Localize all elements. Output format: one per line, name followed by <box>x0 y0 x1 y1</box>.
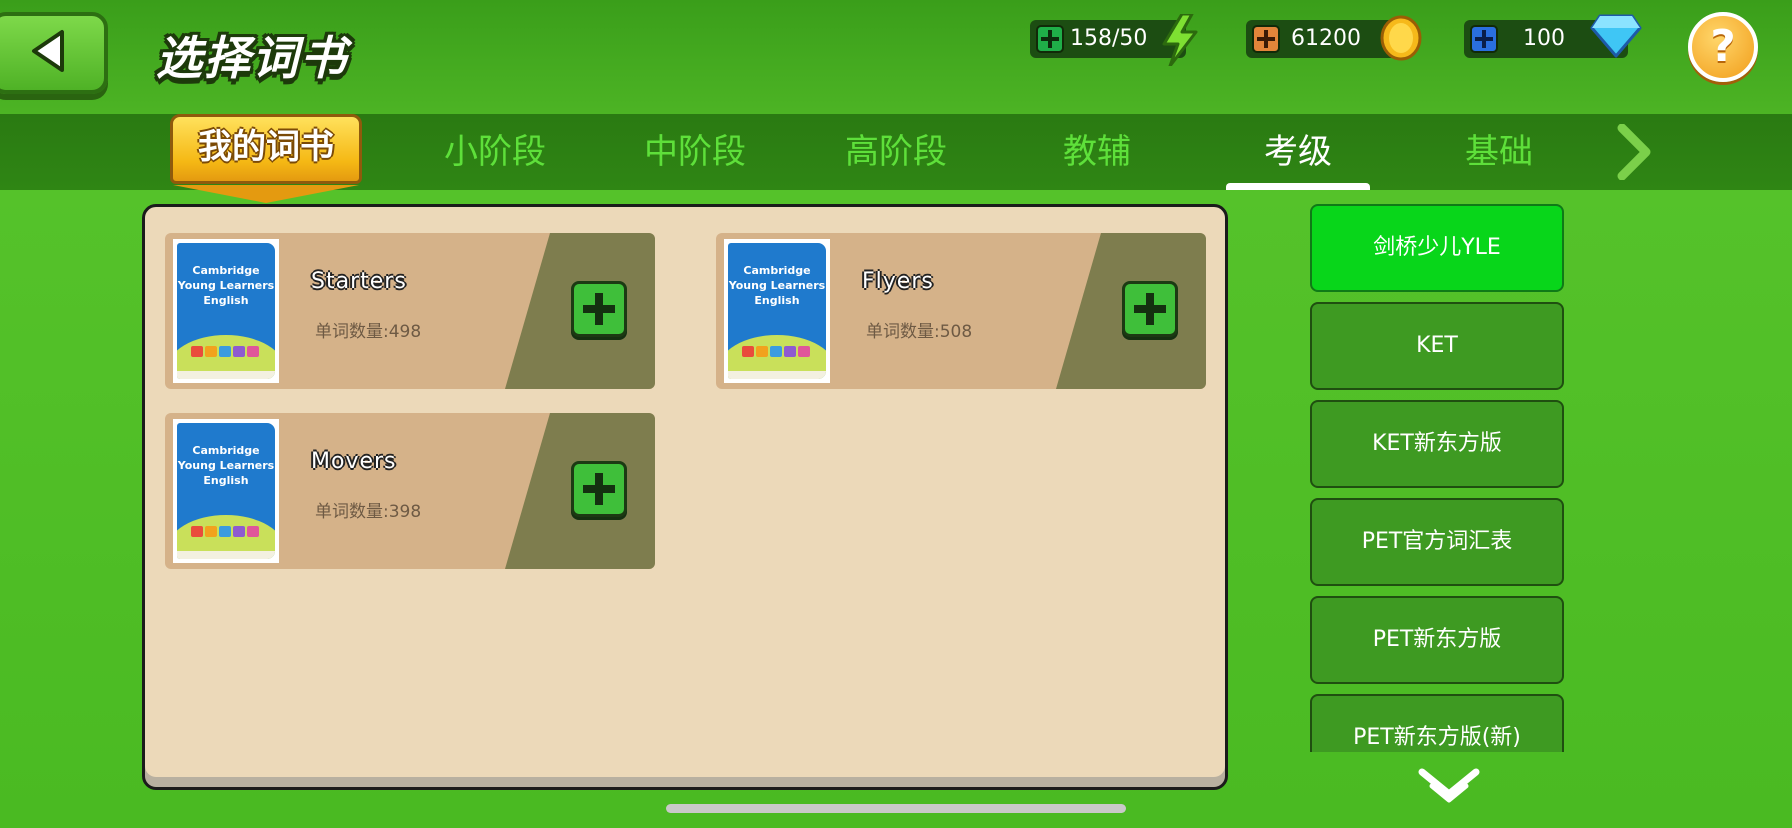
category-pet-new-oriental-new[interactable]: PET新东方版(新) <box>1310 694 1564 752</box>
chevron-down-icon[interactable] <box>1416 766 1482 806</box>
add-gems-button[interactable] <box>1470 25 1498 53</box>
cover-line: Young Learners <box>177 459 275 472</box>
plus-icon <box>1257 30 1275 48</box>
book-cover: Cambridge Young Learners English <box>173 419 279 563</box>
cover-line: Young Learners <box>177 279 275 292</box>
home-indicator[interactable] <box>666 804 1126 813</box>
help-button[interactable]: ? <box>1688 12 1758 82</box>
page-title: 选择词书 <box>156 31 348 85</box>
back-arrow-icon <box>32 30 64 72</box>
plus-icon <box>583 293 615 325</box>
cover-line: English <box>203 474 249 487</box>
book-card-movers[interactable]: Cambridge Young Learners English Movers … <box>165 413 655 569</box>
book-word-count: 单词数量:498 <box>315 322 422 342</box>
book-cover: Cambridge Young Learners English <box>724 239 830 383</box>
plus-icon <box>583 473 615 505</box>
plus-icon <box>1134 293 1166 325</box>
coins-value: 61200 <box>1291 26 1361 51</box>
category-ket[interactable]: KET <box>1310 302 1564 390</box>
plus-icon <box>1475 30 1493 48</box>
cover-line: English <box>754 294 800 307</box>
lightning-icon <box>1162 14 1198 66</box>
add-book-button[interactable] <box>571 281 627 337</box>
tab-exams[interactable]: 考级 <box>1218 114 1378 190</box>
cover-line: Cambridge <box>192 264 260 277</box>
book-word-count: 单词数量:508 <box>866 322 973 342</box>
plus-icon <box>1041 30 1059 48</box>
category-list[interactable]: 剑桥少儿YLE KET KET新东方版 PET官方词汇表 PET新东方版 PET… <box>1310 204 1564 752</box>
diamond-icon <box>1590 14 1642 58</box>
book-card-flyers[interactable]: Cambridge Young Learners English Flyers … <box>716 233 1206 389</box>
book-card-starters[interactable]: Cambridge Young Learners English Starter… <box>165 233 655 389</box>
book-list-panel: Cambridge Young Learners English Starter… <box>142 204 1228 790</box>
cover-line: Young Learners <box>728 279 826 292</box>
category-pet-official[interactable]: PET官方词汇表 <box>1310 498 1564 586</box>
coin-icon <box>1380 15 1422 61</box>
book-cover: Cambridge Young Learners English <box>173 239 279 383</box>
add-book-button[interactable] <box>1122 281 1178 337</box>
energy-value: 158/50 <box>1070 26 1148 51</box>
gems-counter: 100 <box>1464 14 1642 58</box>
back-button[interactable] <box>0 12 108 94</box>
tab-basics[interactable]: 基础 <box>1419 114 1579 190</box>
tab-intermediate[interactable]: 中阶段 <box>615 114 775 190</box>
category-cambridge-yle[interactable]: 剑桥少儿YLE <box>1310 204 1564 292</box>
book-name: Flyers <box>862 269 934 294</box>
add-coins-button[interactable] <box>1252 25 1280 53</box>
tab-advanced[interactable]: 高阶段 <box>816 114 976 190</box>
tab-my-books[interactable]: 我的词书 <box>170 114 362 184</box>
add-book-button[interactable] <box>571 461 627 517</box>
tab-teaching-aids[interactable]: 教辅 <box>1017 114 1177 190</box>
cover-line: Cambridge <box>743 264 811 277</box>
gems-value: 100 <box>1523 26 1565 51</box>
book-name: Movers <box>311 449 397 474</box>
book-name: Starters <box>311 269 407 294</box>
add-energy-button[interactable] <box>1036 25 1064 53</box>
category-pet-new-oriental[interactable]: PET新东方版 <box>1310 596 1564 684</box>
cover-line: Cambridge <box>192 444 260 457</box>
cover-line: English <box>203 294 249 307</box>
chevron-right-icon[interactable] <box>1616 124 1652 180</box>
book-word-count: 单词数量:398 <box>315 502 422 522</box>
tab-beginner[interactable]: 小阶段 <box>415 114 575 190</box>
energy-counter: 158/50 <box>1030 14 1198 66</box>
category-ket-new-oriental[interactable]: KET新东方版 <box>1310 400 1564 488</box>
coins-counter: 61200 <box>1246 15 1422 61</box>
